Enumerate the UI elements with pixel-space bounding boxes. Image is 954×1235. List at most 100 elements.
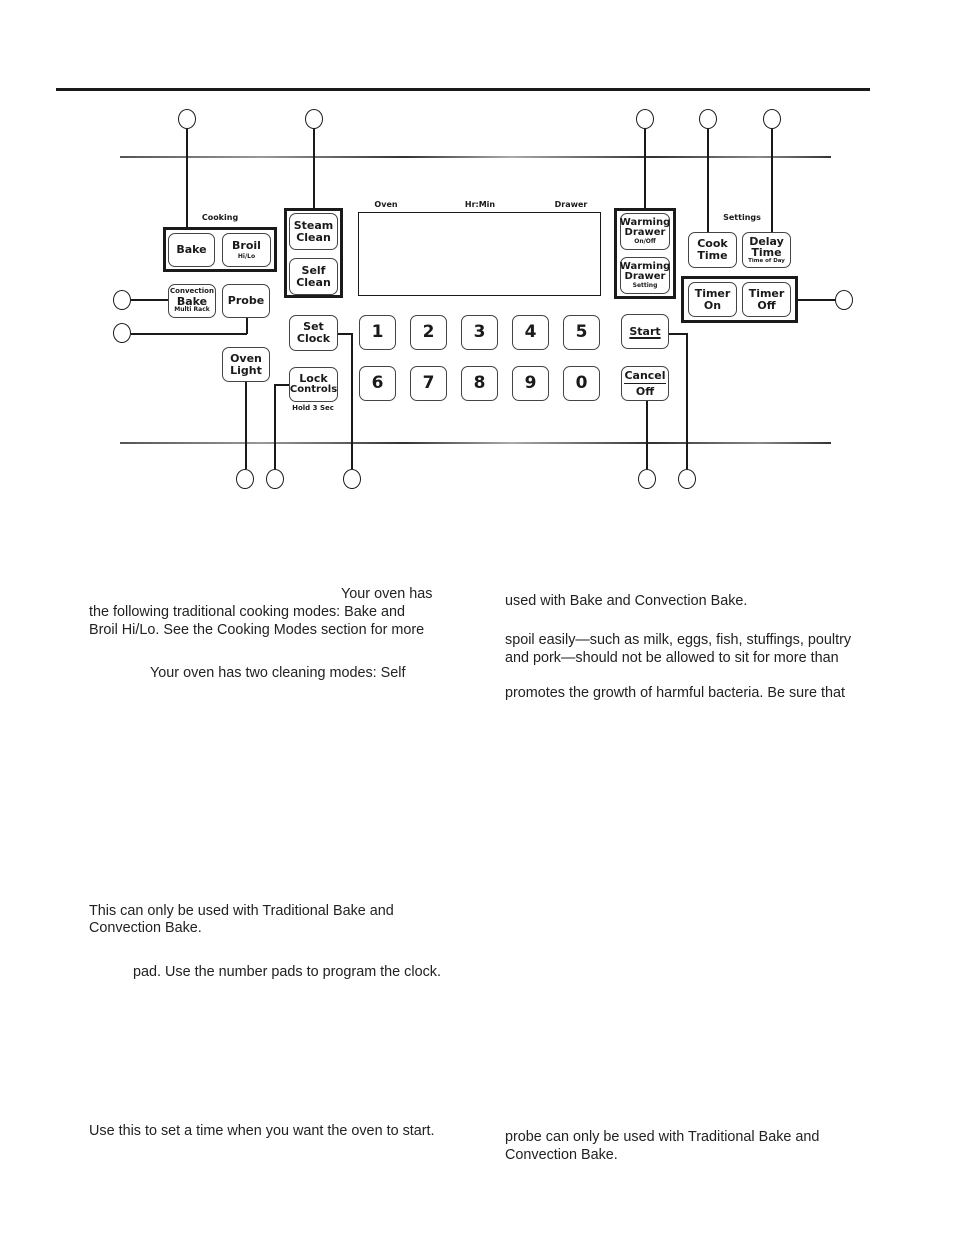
set-clock-button[interactable]: Set Clock (289, 315, 338, 351)
paragraph-line: Use this to set a time when you want the… (89, 1123, 435, 1139)
number-key-8[interactable]: 8 (461, 366, 498, 401)
header-rule (56, 88, 870, 91)
number-key-label: 4 (524, 321, 537, 342)
display-label-hrmin: Hr:Min (464, 200, 496, 209)
leader-line (338, 333, 352, 335)
number-key-label: 3 (473, 321, 486, 342)
start-button[interactable]: Start (621, 314, 669, 349)
number-key-5[interactable]: 5 (563, 315, 600, 350)
cancel-label: Cancel (624, 368, 666, 384)
callout-convection-bake (113, 290, 131, 310)
number-key-0[interactable]: 0 (563, 366, 600, 401)
self-clean-line1: Self (301, 263, 326, 277)
number-key-6[interactable]: 6 (359, 366, 396, 401)
panel-bottom-edge (120, 442, 831, 444)
number-key-7[interactable]: 7 (410, 366, 447, 401)
paragraph-line: the following traditional cooking modes:… (89, 604, 405, 620)
warming-drawer-onoff-sub: On/Off (634, 237, 656, 245)
callout-cooking (178, 109, 196, 129)
number-key-label: 6 (371, 372, 384, 393)
oven-light-button[interactable]: Oven Light (222, 347, 270, 382)
leader-line (313, 129, 315, 208)
leader-line (186, 129, 188, 227)
leader-line (351, 333, 354, 469)
delay-time-button[interactable]: Delay Time Time of Day (742, 232, 791, 268)
number-key-2[interactable]: 2 (410, 315, 447, 350)
callout-warming-drawer (636, 109, 654, 129)
paragraph-line: probe can only be used with Traditional … (505, 1129, 820, 1145)
off-label: Off (635, 384, 655, 398)
warming-drawer-setting-button[interactable]: Warming Drawer Setting (620, 257, 670, 294)
callout-cook-time (699, 109, 717, 129)
bake-label: Bake (176, 243, 207, 257)
oven-light-line1: Oven (230, 351, 262, 365)
number-key-4[interactable]: 4 (512, 315, 549, 350)
leader-line (131, 299, 168, 301)
lock-controls-line2: Controls (289, 384, 338, 396)
callout-set-clock (343, 469, 361, 489)
paragraph-line: and pork—should not be allowed to sit fo… (505, 650, 839, 666)
display-window (358, 212, 601, 296)
paragraph-line: Broil Hi/Lo. See the Cooking Modes secti… (89, 622, 425, 638)
oven-light-line2: Light (230, 363, 262, 377)
paragraph-line: Convection Bake. (505, 1147, 618, 1163)
convection-bake-button[interactable]: Convection Bake Multi Rack (168, 284, 216, 318)
paragraph-line: used with Bake and Convection Bake. (505, 593, 748, 609)
leader-line (644, 129, 646, 208)
leader-line (771, 129, 773, 232)
callout-cancel-off (638, 469, 656, 489)
callout-probe (113, 323, 131, 343)
number-key-label: 5 (575, 321, 588, 342)
timer-on-line2: On (703, 298, 722, 312)
display-label-oven: Oven (374, 200, 398, 209)
leader-line (646, 400, 649, 469)
leader-line (707, 129, 710, 232)
probe-label: Probe (227, 294, 265, 308)
leader-line (274, 384, 289, 386)
number-key-1[interactable]: 1 (359, 315, 396, 350)
paragraph-line: This can only be used with Traditional B… (89, 903, 394, 919)
number-key-9[interactable]: 9 (512, 366, 549, 401)
leader-line (797, 299, 835, 301)
display-label-drawer: Drawer (554, 200, 588, 209)
delay-time-line2: Time (751, 246, 782, 260)
number-key-3[interactable]: 3 (461, 315, 498, 350)
leader-line (246, 317, 248, 334)
timer-on-line1: Timer (694, 286, 731, 300)
start-label: Start (629, 324, 661, 338)
number-key-label: 8 (473, 372, 486, 393)
broil-label: Broil (232, 239, 261, 253)
paragraph-line: Your oven has (341, 586, 433, 602)
timer-off-line1: Timer (748, 286, 785, 300)
steam-clean-line2: Clean (296, 230, 331, 244)
cooking-label: Cooking (201, 213, 239, 222)
leader-line (686, 333, 689, 469)
number-key-label: 0 (575, 372, 588, 393)
settings-label: Settings (723, 213, 761, 222)
steam-clean-button[interactable]: Steam Clean (289, 213, 338, 250)
cancel-off-button[interactable]: Cancel Off (621, 366, 669, 401)
probe-button[interactable]: Probe (222, 284, 270, 318)
warming-drawer-onoff-button[interactable]: Warming Drawer On/Off (620, 213, 670, 250)
cook-time-button[interactable]: Cook Time (688, 232, 737, 268)
paragraph-line: Your oven has two cleaning modes: Self (150, 665, 406, 681)
paragraph-line: promotes the growth of harmful bacteria.… (505, 685, 845, 701)
number-key-label: 9 (524, 372, 537, 393)
lock-controls-button[interactable]: Lock Controls (289, 367, 338, 402)
self-clean-button[interactable]: Self Clean (289, 258, 338, 295)
callout-delay-time (763, 109, 781, 129)
set-clock-line2: Clock (296, 332, 331, 345)
timer-off-line2: Off (757, 298, 776, 312)
warming-drawer-setting-sub: Setting (632, 281, 658, 289)
broil-sublabel: Hi/Lo (237, 252, 256, 260)
hold-3-sec-label: Hold 3 Sec (292, 404, 334, 412)
timer-off-button[interactable]: Timer Off (742, 282, 791, 317)
timer-on-button[interactable]: Timer On (688, 282, 737, 317)
callout-timer (835, 290, 853, 310)
multi-rack-label: Multi Rack (174, 306, 210, 314)
number-key-label: 7 (422, 372, 435, 393)
number-key-label: 1 (371, 321, 384, 342)
bake-button[interactable]: Bake (168, 233, 215, 267)
broil-button[interactable]: Broil Hi/Lo (222, 233, 271, 267)
paragraph-line: Convection Bake. (89, 920, 202, 936)
